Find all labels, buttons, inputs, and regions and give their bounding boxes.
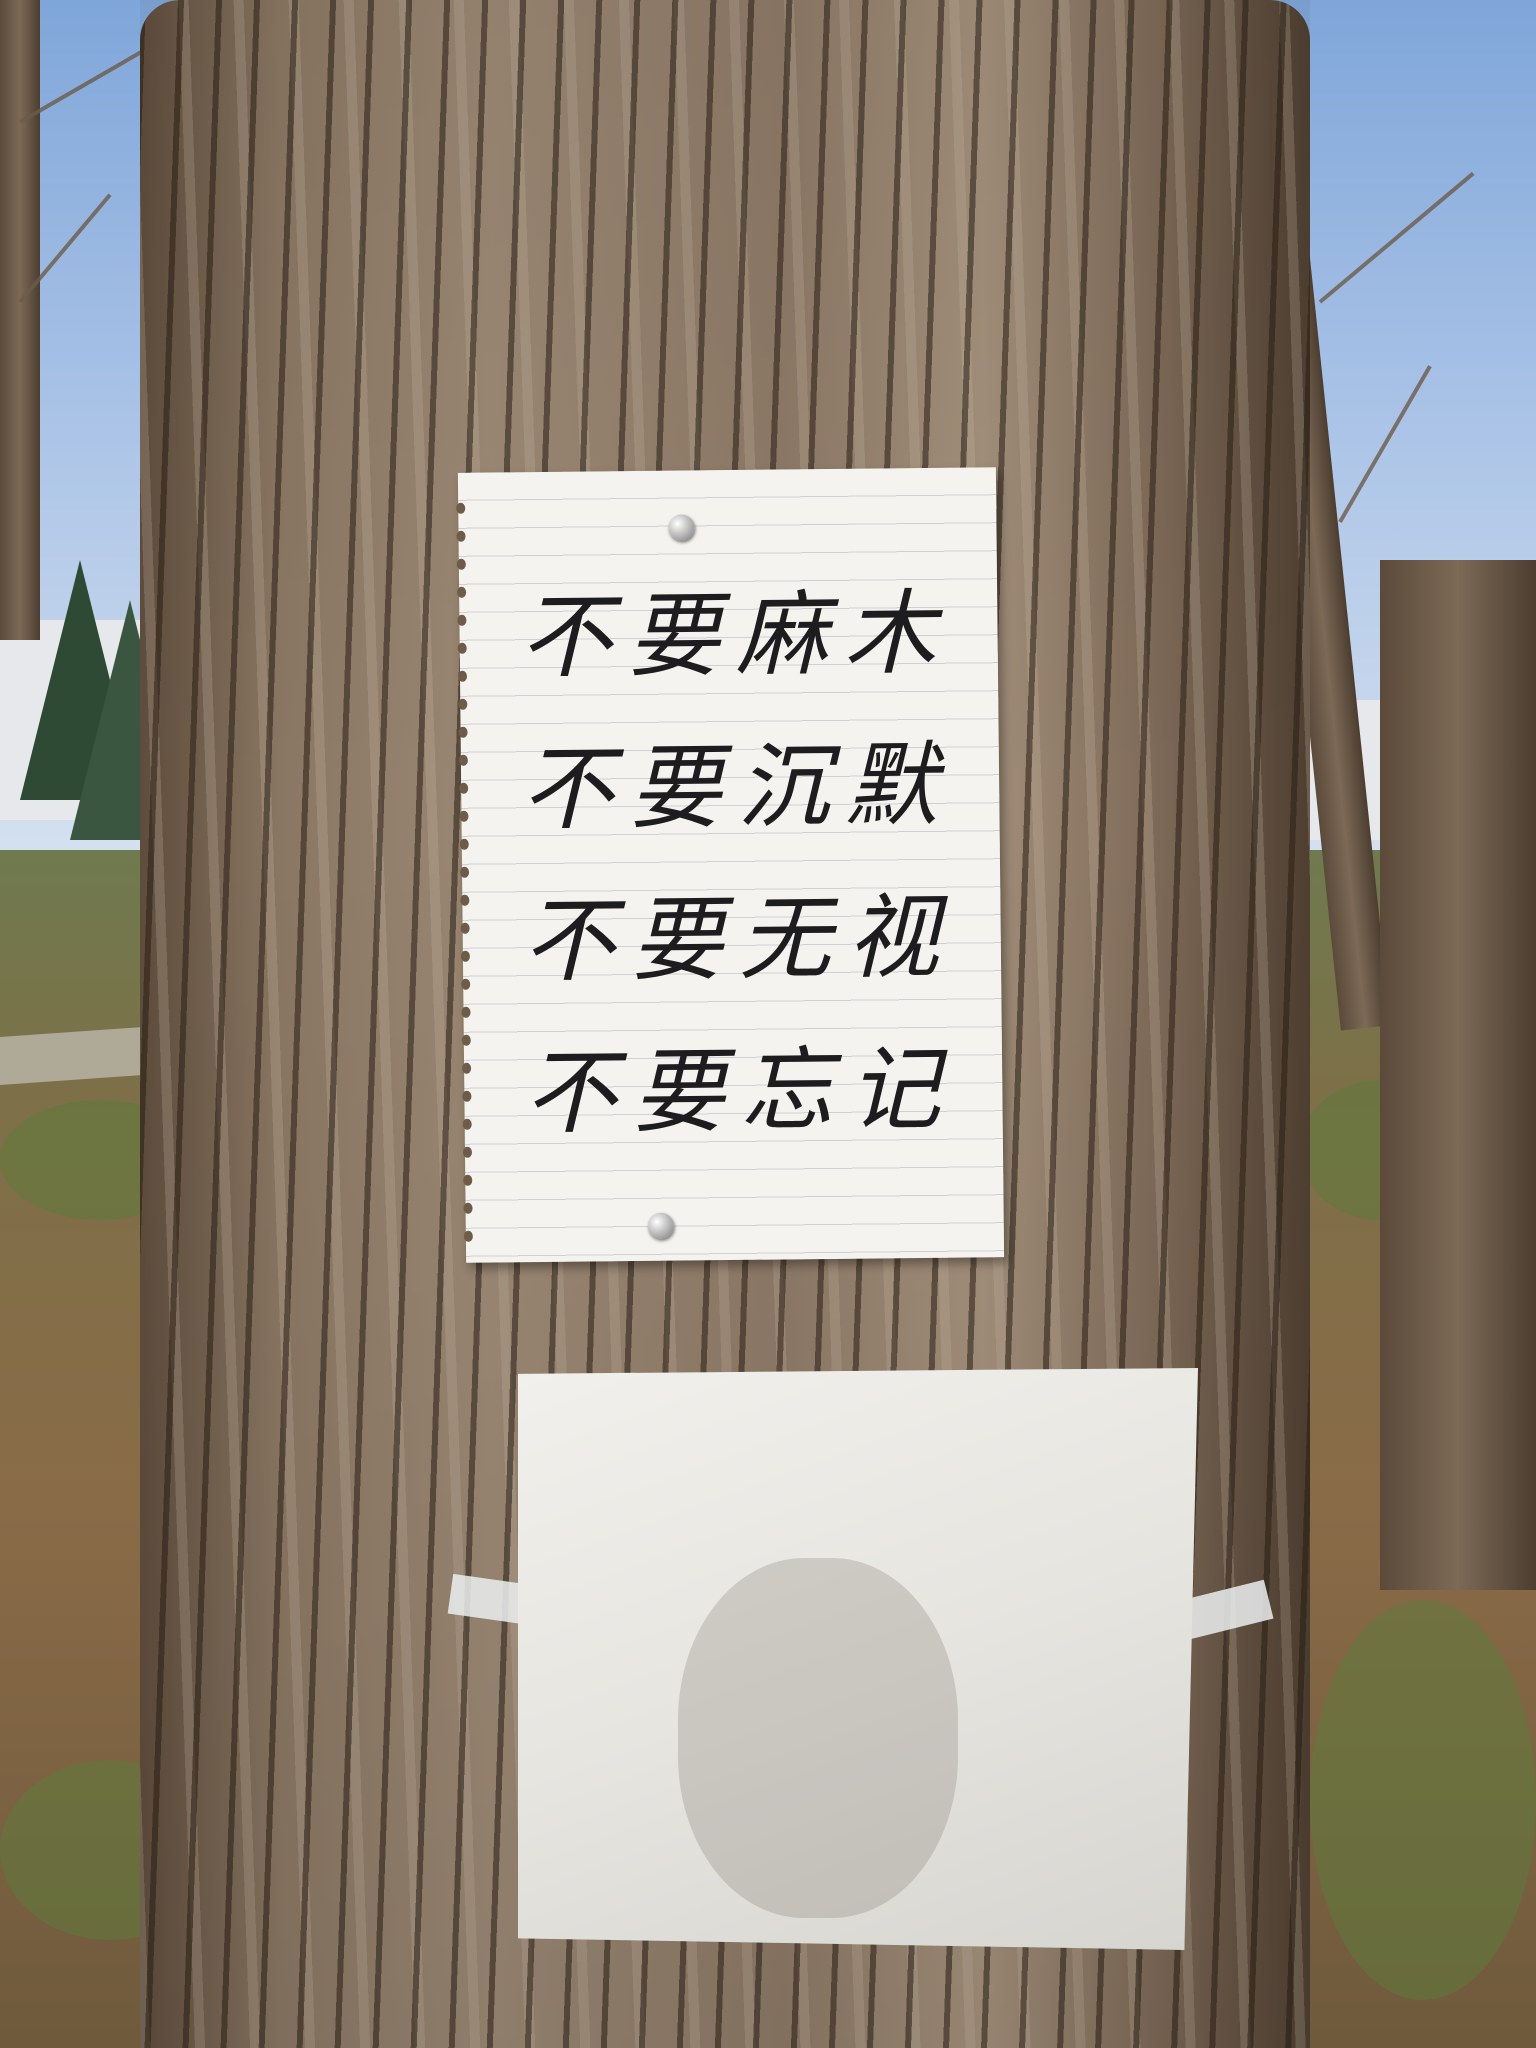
spiral-hole xyxy=(461,978,471,990)
spiral-hole xyxy=(462,1118,472,1130)
photographer-shadow xyxy=(678,1558,958,1918)
blank-paper-sheet xyxy=(518,1368,1198,1950)
background-tree-trunk xyxy=(0,0,40,640)
spiral-hole xyxy=(460,950,470,962)
spiral-hole xyxy=(462,1090,472,1102)
spiral-hole xyxy=(459,782,469,794)
spiral-hole xyxy=(462,1146,473,1158)
spiral-hole xyxy=(459,838,469,850)
spiral-hole xyxy=(459,810,469,822)
note-line-2: 不要沉默 xyxy=(520,731,954,844)
thumbtack-top xyxy=(668,514,695,541)
spiral-hole xyxy=(457,642,467,654)
handwritten-text: 不要麻木 不要沉默 不要无视 不要忘记 xyxy=(519,557,985,1170)
thumbtack-bottom xyxy=(647,1212,674,1239)
spiral-hole xyxy=(458,754,468,766)
spiral-hole xyxy=(457,670,468,682)
note-line-3: 不要无视 xyxy=(522,883,956,996)
spiral-hole xyxy=(461,1006,471,1018)
spiral-hole xyxy=(456,502,466,514)
photo-scene: 不要麻木 不要沉默 不要无视 不要忘记 xyxy=(0,0,1536,2048)
note-line-1: 不要麻木 xyxy=(519,579,953,692)
spiral-hole xyxy=(463,1230,473,1242)
spiral-hole xyxy=(458,726,468,738)
spiral-hole xyxy=(460,894,470,906)
spiral-hole xyxy=(461,1034,471,1046)
note-line-4: 不要忘记 xyxy=(523,1035,957,1148)
spiral-hole xyxy=(463,1202,473,1214)
spiral-hole xyxy=(460,922,470,934)
spiral-hole xyxy=(457,586,467,598)
handwritten-note: 不要麻木 不要沉默 不要无视 不要忘记 xyxy=(456,467,1005,1263)
spiral-hole xyxy=(456,530,466,542)
spiral-hole xyxy=(458,698,468,710)
background-tree-trunk xyxy=(1380,560,1536,1590)
grass-patch xyxy=(1310,1600,1536,2000)
spiral-hole xyxy=(456,558,466,570)
spiral-hole xyxy=(463,1174,473,1186)
spiral-hole xyxy=(460,866,470,878)
spiral-hole xyxy=(462,1062,472,1074)
spiral-hole xyxy=(457,614,467,626)
